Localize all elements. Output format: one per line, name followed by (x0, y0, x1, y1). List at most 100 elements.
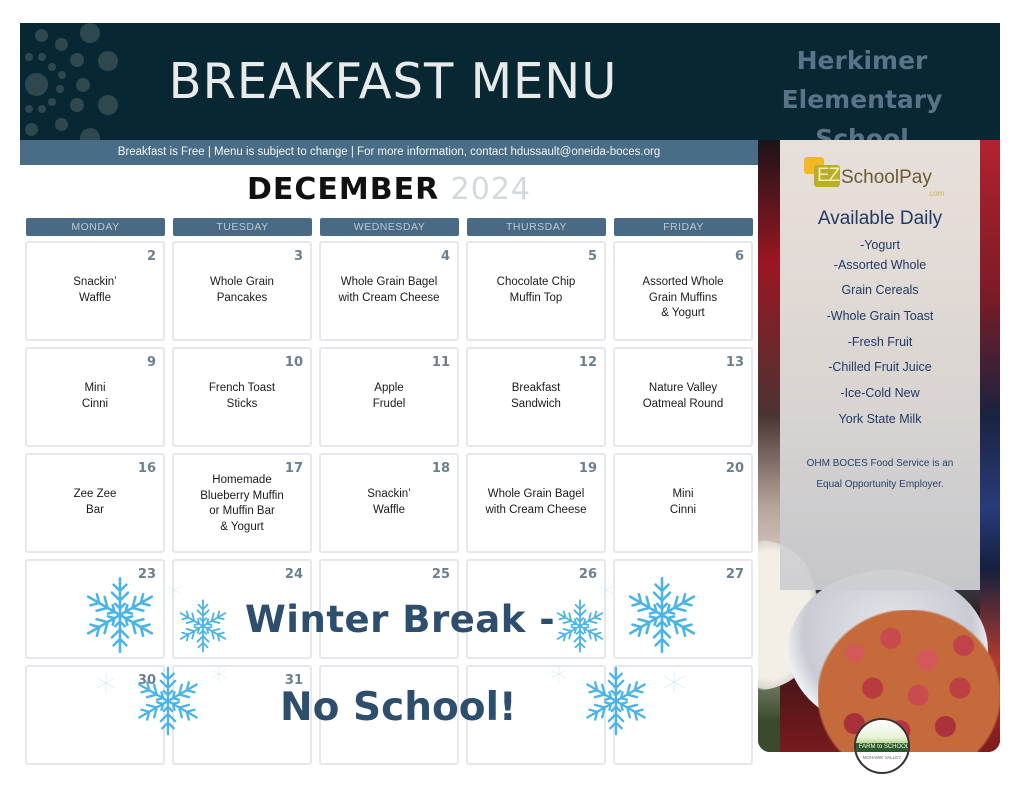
menu-page: BREAKFAST MENU Herkimer Elementary Schoo… (0, 0, 1024, 791)
daily-item: -Yogurt (860, 238, 900, 252)
decorative-dot (98, 51, 118, 71)
info-bar: Breakfast is Free | Menu is subject to c… (20, 140, 758, 165)
small-snowflake-icon (166, 582, 182, 598)
menu-item: Mini Cinni (669, 488, 697, 516)
calendar-day-cell: 20 Mini Cinni (613, 453, 753, 553)
menu-item: Nature Valley Oatmeal Round (642, 382, 724, 410)
calendar-day-cell: 4 Whole Grain Bagel with Cream Cheese (319, 241, 459, 341)
small-snowflake-icon (550, 665, 568, 683)
decorative-dot (70, 53, 84, 67)
daily-item: -Assorted Whole (833, 258, 927, 272)
snowflake-icon (622, 575, 702, 655)
decorative-dot (58, 71, 66, 79)
decorative-dot (80, 128, 100, 140)
snowflake-icon (80, 575, 160, 655)
calendar-day-cell: 5 Chocolate Chip Muffin Top (466, 241, 606, 341)
month-year: 2024 (450, 172, 532, 207)
decorative-dot (38, 105, 46, 113)
school-name-line1: Herkimer (796, 46, 928, 75)
decorative-dot (35, 29, 48, 42)
month-title: DECEMBER 2024 (20, 172, 758, 207)
day-number: 6 (734, 249, 744, 264)
calendar-day-cell: 12 Breakfast Sandwich (466, 347, 606, 447)
info-text: Breakfast is Free | Menu is subject to c… (117, 146, 661, 158)
ezschoolpay-logo[interactable]: EZ SchoolPay .com (804, 155, 954, 207)
logo-name: SchoolPay (841, 167, 932, 188)
weekday-header-tuesday: TUESDAY (173, 218, 312, 236)
menu-item: Whole Grain Pancakes (210, 276, 274, 304)
menu-item: Apple Frudel (372, 382, 406, 410)
decorative-dot (56, 85, 64, 93)
menu-item: Assorted Whole Grain Muffins & Yogurt (642, 276, 724, 319)
menu-item: Snackin’ Waffle (73, 276, 117, 304)
decorative-dots (20, 23, 140, 140)
decorative-dot (48, 98, 56, 106)
menu-item: Zee Zee Bar (73, 488, 117, 516)
menu-item: Snackin’ Waffle (367, 488, 411, 516)
small-snowflake-icon (662, 670, 686, 694)
farm-to-school-logo: FARM to SCHOOL MOHAWK VALLEY (854, 718, 910, 774)
day-number: 18 (431, 461, 450, 476)
weekday-header-friday: FRIDAY (614, 218, 753, 236)
day-number: 10 (284, 355, 303, 370)
menu-item: Chocolate Chip Muffin Top (496, 276, 576, 304)
day-number: 19 (578, 461, 597, 476)
calendar-day-cell: 2 Snackin’ Waffle (25, 241, 165, 341)
winter-break-text: Winter Break - (245, 598, 556, 641)
daily-item: Grain Cereals (841, 283, 919, 297)
small-snowflake-icon (598, 582, 614, 598)
snowflake-icon (580, 665, 652, 737)
day-number: 13 (725, 355, 744, 370)
sidebar-panel: EZ SchoolPay .com Available Daily -Yogur… (758, 140, 1000, 752)
farm-region-text: MOHAWK VALLEY (862, 755, 902, 760)
calendar-day-cell: 6 Assorted Whole Grain Muffins & Yogurt (613, 241, 753, 341)
snowflake-icon (175, 598, 231, 654)
no-school-text: No School! (280, 685, 517, 730)
day-number: 11 (431, 355, 450, 370)
daily-item: -Chilled Fruit Juice (828, 360, 932, 374)
day-number: 4 (440, 249, 450, 264)
logo-ez: EZ (817, 165, 840, 186)
menu-item: Breakfast Sandwich (511, 382, 561, 410)
calendar-day-cell: 19 Whole Grain Bagel with Cream Cheese (466, 453, 606, 553)
food-photo-currants (818, 610, 1000, 752)
day-number: 25 (431, 567, 450, 582)
daily-item: -Ice-Cold New (840, 386, 920, 400)
weekday-header-wednesday: WEDNESDAY (320, 218, 459, 236)
eoe-line1: OHM BOCES Food Service is an (806, 458, 954, 469)
decorative-dot (55, 38, 68, 51)
decorative-dot (25, 123, 38, 136)
calendar-day-cell: 17 Homemade Blueberry Muffin or Muffin Ba… (172, 453, 312, 553)
school-name: Herkimer Elementary School (732, 41, 992, 140)
snowflake-icon (552, 598, 608, 654)
day-number: 2 (146, 249, 156, 264)
calendar-day-cell: 9 Mini Cinni (25, 347, 165, 447)
decorative-dot (25, 105, 33, 113)
month-name: DECEMBER (246, 172, 440, 207)
menu-item: Whole Grain Bagel with Cream Cheese (485, 488, 587, 516)
day-number: 12 (578, 355, 597, 370)
day-number: 24 (284, 567, 303, 582)
menu-item: Mini Cinni (81, 382, 109, 410)
day-number: 5 (587, 249, 597, 264)
day-number: 3 (293, 249, 303, 264)
decorative-dot (80, 23, 100, 43)
daily-item: York State Milk (838, 412, 922, 426)
page-title: BREAKFAST MENU (168, 53, 618, 110)
available-daily-title: Available Daily (817, 208, 943, 229)
menu-item: Whole Grain Bagel with Cream Cheese (338, 276, 440, 304)
daily-item: -Fresh Fruit (847, 335, 913, 349)
weekday-header-thursday: THURSDAY (467, 218, 606, 236)
day-number: 9 (146, 355, 156, 370)
decorative-dot (25, 73, 48, 96)
snowflake-icon (132, 665, 204, 737)
calendar-day-cell: 10 French Toast Sticks (172, 347, 312, 447)
calendar-day-cell: 18 Snackin’ Waffle (319, 453, 459, 553)
small-snowflake-icon (95, 672, 117, 694)
weekday-header-monday: MONDAY (26, 218, 165, 236)
eoe-line2: Equal Opportunity Employer. (816, 479, 944, 490)
calendar-day-cell: 13 Nature Valley Oatmeal Round (613, 347, 753, 447)
small-snowflake-icon (210, 665, 228, 683)
menu-item: French Toast Sticks (208, 382, 276, 410)
calendar-day-cell: 3 Whole Grain Pancakes (172, 241, 312, 341)
